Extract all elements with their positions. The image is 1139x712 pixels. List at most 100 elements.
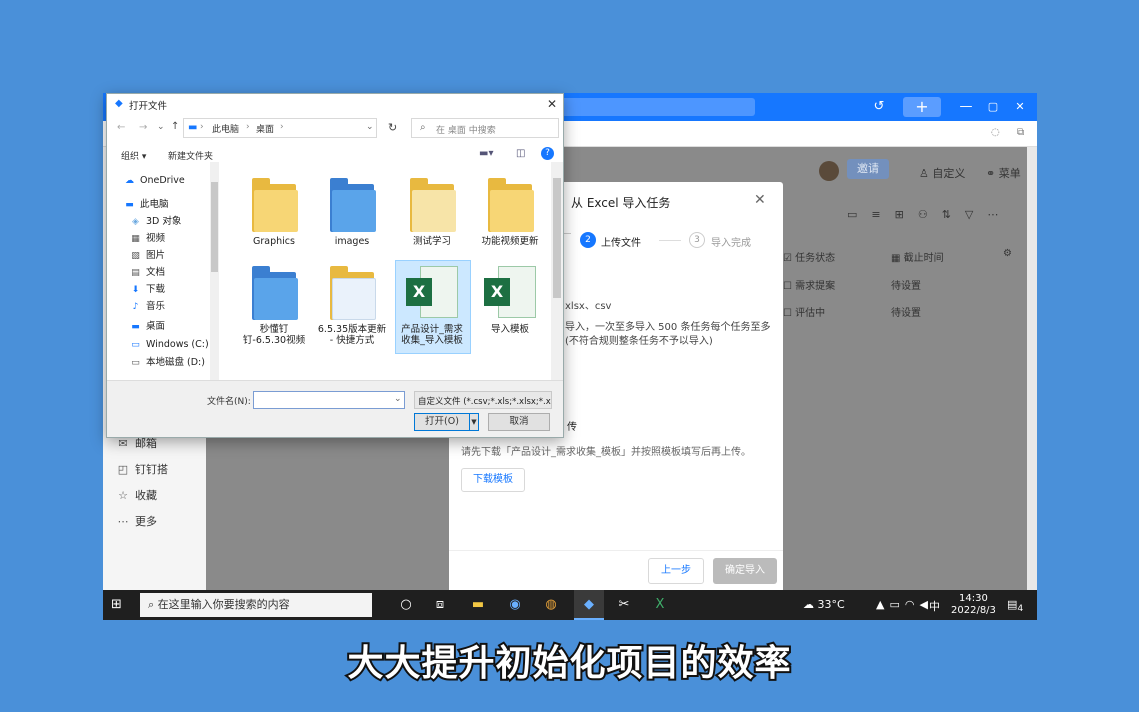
menu-button[interactable]: ⚭ 菜单 — [986, 165, 1021, 181]
file-item[interactable]: 6.5.35版本更新 - 快捷方式 — [317, 266, 387, 346]
close-icon[interactable]: ✕ — [754, 192, 766, 208]
file-item[interactable]: images — [317, 178, 387, 247]
import-rule-note: (不符合规则整条任务不予以导入) — [565, 336, 713, 347]
file-type-select[interactable]: 自定义文件 (*.csv;*.xls;*.xlsx;*.x — [414, 391, 552, 409]
tray-icons[interactable]: ▲▭◠◀ — [876, 598, 933, 611]
back-icon[interactable]: ← — [117, 122, 125, 133]
customize-button[interactable]: ♙ 自定义 — [919, 165, 965, 181]
nav-item-drive-c[interactable]: ▭ Windows (C:) — [129, 336, 208, 353]
file-item-selected[interactable]: X 产品设计_需求收集_导入模板 — [397, 264, 467, 346]
chevron-down-icon[interactable]: ⌄ — [394, 394, 402, 404]
table-row[interactable]: ☐ 评估中 — [783, 304, 825, 319]
close-icon[interactable]: ✕ — [547, 97, 557, 111]
ding-icon: ◰ — [117, 463, 129, 476]
step-label-done: 导入完成 — [711, 238, 751, 249]
nav-item-pictures[interactable]: ▧ 图片 — [129, 247, 165, 264]
excel-file-icon: X — [406, 264, 458, 320]
nav-item-this-pc[interactable]: ▬ 此电脑 — [123, 196, 168, 213]
excel-icon[interactable]: X — [649, 594, 671, 616]
upload-heading: 传 — [567, 422, 577, 433]
path-segment[interactable]: 桌面 — [256, 122, 274, 135]
organize-menu[interactable]: 组织 ▾ — [121, 149, 146, 162]
taskbar-search[interactable]: ⌕ 在这里输入你要搜索的内容 — [140, 593, 372, 617]
close-icon[interactable]: ✕ — [1009, 98, 1031, 116]
settings-icon[interactable]: ⚙ — [1003, 248, 1012, 259]
nav-item-onedrive[interactable]: ☁ OneDrive — [123, 172, 185, 189]
table-cell-deadline[interactable]: 待设置 — [891, 304, 921, 319]
forward-icon[interactable]: → — [139, 122, 147, 133]
col-header-status: ☑ 任务状态 — [783, 253, 836, 264]
refresh-icon[interactable]: ↻ — [388, 121, 397, 134]
up-icon[interactable]: ↑ — [171, 121, 179, 132]
multitask-icon[interactable]: ⧈ — [429, 594, 451, 616]
help-icon[interactable]: ? — [541, 147, 554, 160]
windows-start-icon[interactable]: ⊞ — [111, 597, 122, 612]
weather-widget[interactable]: ☁ 33°C — [803, 598, 845, 611]
file-item[interactable]: X 导入模板 — [475, 264, 545, 335]
file-item[interactable]: 功能视频更新 — [475, 178, 545, 247]
nav-item-downloads[interactable]: ⬇ 下载 — [129, 281, 165, 298]
download-template-button[interactable]: 下载模板 — [461, 468, 525, 492]
file-item[interactable]: 秒懂钉钉-6.5.30视频 — [239, 266, 309, 346]
sidebar-item-favorites[interactable]: ☆ 收藏 — [115, 486, 157, 506]
nav-scroll-thumb[interactable] — [211, 182, 218, 272]
app-icon[interactable]: ◉ — [504, 594, 526, 616]
page-scrollbar[interactable] — [1027, 147, 1037, 590]
prev-step-button[interactable]: 上一步 — [648, 558, 704, 584]
filename-input[interactable]: ⌄ — [253, 391, 405, 409]
step-number: 3 — [689, 232, 705, 248]
search-icon: ⌕ — [148, 598, 158, 611]
chevron-down-icon[interactable]: ⌄ — [366, 122, 374, 132]
file-item[interactable]: 测试学习 — [397, 178, 467, 247]
nav-item-3d[interactable]: ◈ 3D 对象 — [129, 213, 181, 230]
task-view-icon[interactable]: ○ — [395, 594, 417, 616]
nav-item-documents[interactable]: ▤ 文档 — [129, 264, 165, 281]
menu-icon: ⚭ — [986, 167, 999, 180]
maximize-icon[interactable]: ▢ — [982, 98, 1004, 116]
open-dropdown-button[interactable]: ▼ — [469, 413, 479, 431]
taskbar-clock[interactable]: 14:30 2022/8/3 — [951, 593, 996, 617]
supported-formats: xlsx、csv — [565, 301, 612, 312]
new-button[interactable]: + — [903, 97, 941, 117]
nav-item-video[interactable]: ▦ 视频 — [129, 230, 165, 247]
file-explorer-icon[interactable]: ▬ — [467, 594, 489, 616]
path-segment[interactable]: 此电脑 — [212, 122, 239, 135]
address-bar[interactable]: ▬ › 此电脑 › 桌面 › ⌄ — [183, 118, 377, 138]
share-icon[interactable]: ⧉ — [1017, 127, 1024, 138]
cloud-icon: ☁ — [125, 176, 134, 186]
files-scroll-thumb[interactable] — [553, 178, 561, 298]
cancel-button[interactable]: 取消 — [488, 413, 550, 431]
picture-icon: ▧ — [131, 251, 140, 261]
desktop-icon: ▬ — [131, 322, 140, 332]
nav-item-music[interactable]: ♪ 音乐 — [129, 298, 165, 315]
notification-icon[interactable]: ▤4 — [1007, 598, 1023, 614]
step-connector — [659, 240, 681, 241]
capcut-icon[interactable]: ✂ — [613, 594, 635, 616]
history-icon[interactable]: ↺ — [868, 98, 890, 116]
search-input[interactable]: ⌕ 在 桌面 中搜索 — [411, 118, 559, 138]
preview-pane-icon[interactable]: ◫ — [516, 148, 525, 159]
invite-button[interactable]: 邀请 — [847, 159, 889, 179]
chevron-down-icon[interactable]: ⌄ — [157, 122, 165, 132]
filename-label: 文件名(N): — [207, 397, 251, 407]
search-icon: ⌕ — [420, 122, 426, 133]
chrome-icon[interactable]: ◍ — [540, 594, 562, 616]
ime-indicator[interactable]: 中 — [929, 598, 940, 614]
dialog-bottom-bar: 文件名(N): ⌄ 自定义文件 (*.csv;*.xls;*.xlsx;*.x … — [107, 380, 563, 437]
gear-icon[interactable]: ◌ — [991, 127, 1000, 138]
sidebar-item-more[interactable]: ⋯ 更多 — [115, 512, 158, 532]
avatar[interactable] — [819, 161, 839, 181]
view-options-icon[interactable]: ▬▾ — [479, 148, 493, 159]
nav-item-drive-d[interactable]: ▭ 本地磁盘 (D:) — [129, 354, 205, 371]
nav-item-desktop[interactable]: ▬ 桌面 — [129, 318, 165, 335]
table-cell-deadline[interactable]: 待设置 — [891, 277, 921, 292]
new-folder-button[interactable]: 新建文件夹 — [168, 149, 213, 162]
open-button[interactable]: 打开(O) — [414, 413, 470, 431]
dingtalk-icon[interactable]: ◆ — [578, 594, 600, 616]
sidebar-item-dingda[interactable]: ◰ 钉钉搭 — [115, 460, 168, 480]
person-icon: ♙ — [919, 167, 933, 180]
minimize-icon[interactable]: — — [955, 98, 977, 116]
confirm-import-button[interactable]: 确定导入 — [713, 558, 777, 584]
table-row[interactable]: ☐ 需求提案 — [783, 277, 835, 292]
file-item[interactable]: Graphics — [239, 178, 309, 247]
